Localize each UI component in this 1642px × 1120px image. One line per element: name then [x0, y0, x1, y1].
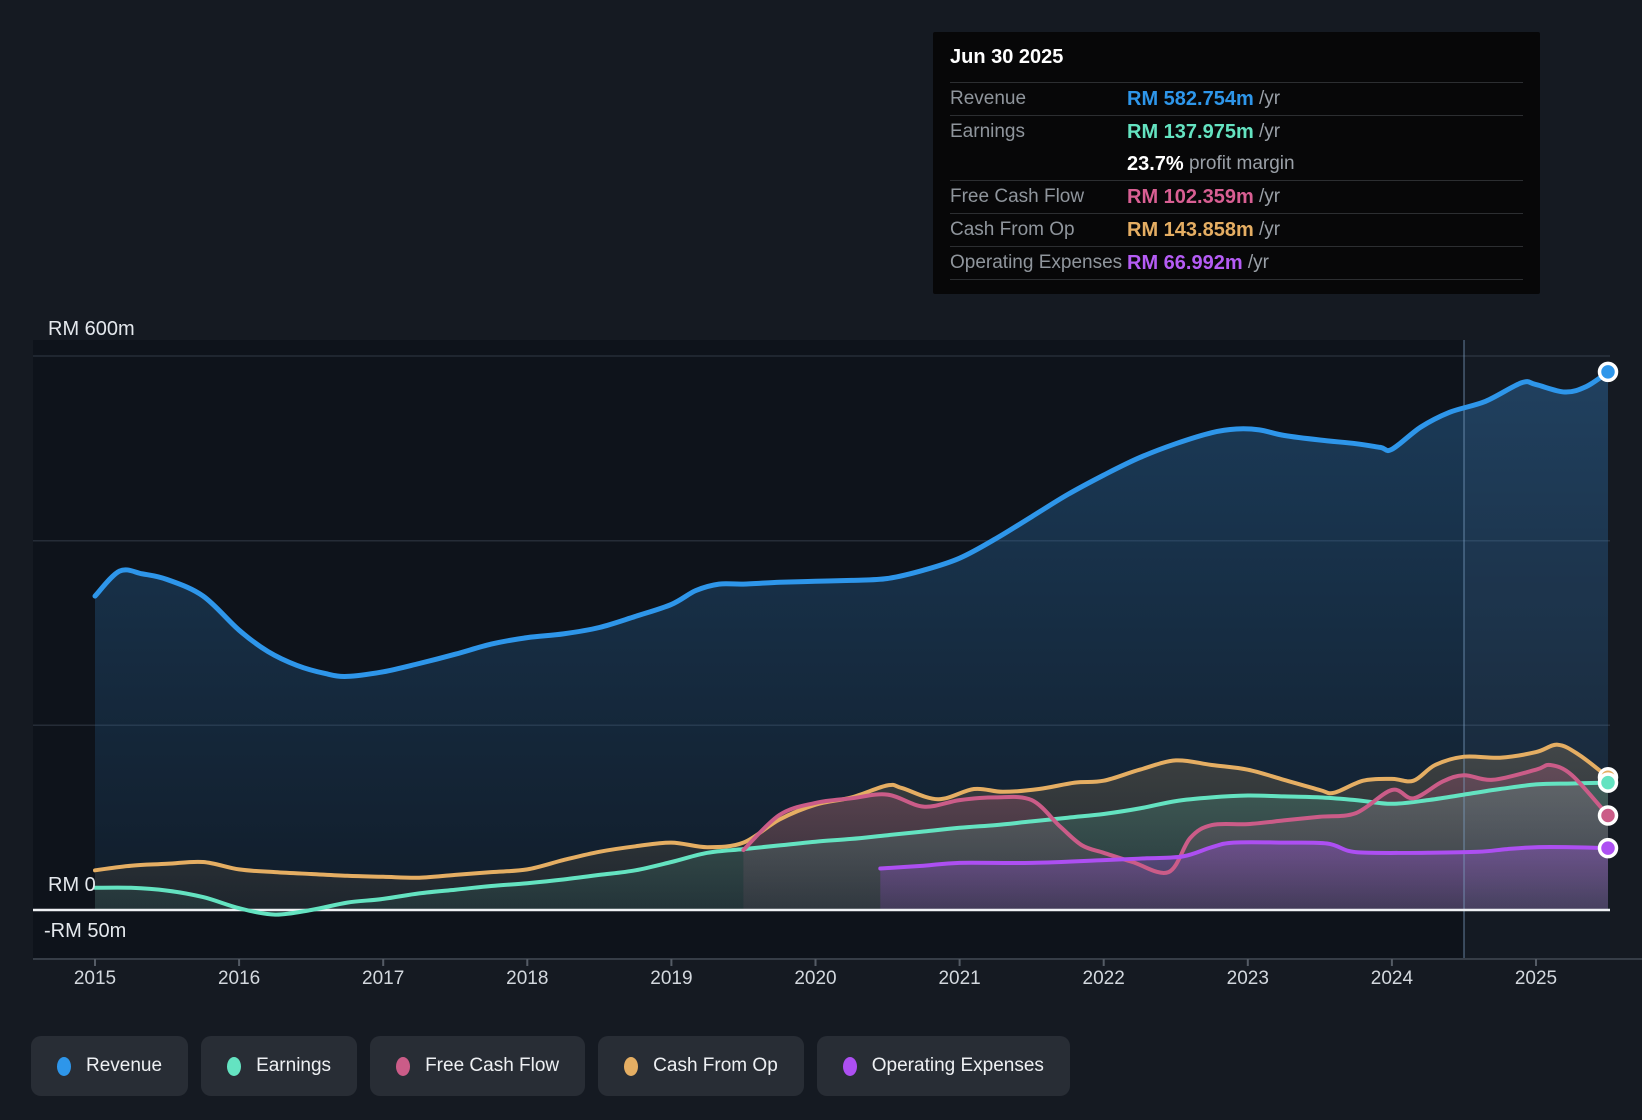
tooltip-row-value: RM 137.975m: [1127, 120, 1254, 143]
x-axis-year-label-2018: 2018: [506, 968, 549, 989]
tooltip-row-suffix: /yr: [1253, 88, 1281, 109]
tooltip-row-label: Free Cash Flow: [950, 186, 1085, 207]
x-axis-year-label-2025: 2025: [1514, 968, 1558, 989]
tooltip-row-suffix: /yr: [1253, 186, 1281, 207]
legend-label: Earnings: [256, 1055, 332, 1076]
tooltip-row-label: Earnings: [950, 121, 1025, 142]
tooltip-row-earnings: Earnings RM 137.975m /yr: [950, 115, 1523, 148]
y-axis-label-neg50m: -RM 50m: [44, 920, 127, 942]
y-axis-label-600m: RM 600m: [48, 318, 135, 340]
tooltip-rows: Revenue RM 582.754m /yr Earnings RM 137.975…: [933, 82, 1540, 280]
legend-label: Free Cash Flow: [425, 1055, 560, 1076]
x-axis-year-label-2022: 2022: [1082, 968, 1125, 989]
tooltip-row-value: 23.7%: [1127, 152, 1184, 175]
tooltip-row-suffix: profit margin: [1183, 153, 1295, 174]
tooltip-row-free-cash-flow: Free Cash Flow RM 102.359m /yr: [950, 180, 1523, 213]
legend-label: Operating Expenses: [871, 1055, 1044, 1076]
legend-pill-cash-from-op[interactable]: Cash From Op: [598, 1036, 804, 1096]
x-axis-year-label-2023: 2023: [1226, 968, 1269, 989]
free-cash-flow-dot-icon: [396, 1056, 411, 1076]
x-axis-year-label-2017: 2017: [362, 968, 405, 989]
future-highlight-band: [1464, 340, 1610, 959]
legend-pill-revenue[interactable]: Revenue: [31, 1036, 189, 1096]
earnings-end-marker: [1597, 772, 1619, 793]
revenue-end-marker: [1597, 361, 1619, 383]
tooltip-row-suffix: /yr: [1253, 219, 1281, 240]
cash-from-op-dot-icon: [624, 1056, 639, 1076]
tooltip-row-label: Operating Expenses: [950, 252, 1123, 273]
operating-expenses-dot-icon: [842, 1056, 857, 1076]
tooltip-row-label: Cash From Op: [950, 219, 1075, 240]
tooltip-row-label: Revenue: [950, 88, 1027, 109]
y-axis-label-zero: RM 0: [48, 874, 96, 896]
legend-pill-operating-expenses[interactable]: Operating Expenses: [816, 1036, 1070, 1096]
legend-pill-earnings[interactable]: Earnings: [201, 1036, 358, 1096]
x-axis-year-label-2024: 2024: [1370, 968, 1414, 989]
tooltip-row-operating-expenses: Operating Expenses RM 66.992m /yr: [950, 246, 1523, 280]
chart-tooltip: Jun 30 2025 Revenue RM 582.754m /yr Earnin…: [933, 32, 1540, 294]
tooltip-row-revenue: Revenue RM 582.754m /yr: [950, 82, 1523, 115]
legend-label: Revenue: [86, 1055, 163, 1076]
free-cash-flow-end-marker: [1597, 805, 1619, 826]
x-axis-year-label-2019: 2019: [650, 968, 693, 989]
operating-expenses-end-marker: [1597, 837, 1619, 859]
earnings-dot-icon: [227, 1056, 242, 1076]
tooltip-row-value: RM 582.754m: [1127, 87, 1254, 110]
chart-legend: Revenue Earnings Free Cash Flow Cash From O…: [31, 1036, 1070, 1096]
page: RM 600m RM 0 -RM 50m 2015 2016 2017 2018 201…: [0, 0, 1642, 1120]
tooltip-row-value: RM 102.359m: [1127, 185, 1254, 208]
tooltip-date: Jun 30 2025: [950, 46, 1064, 68]
revenue-dot-icon: [57, 1056, 71, 1076]
tooltip-row-value: RM 66.992m: [1127, 251, 1243, 274]
x-axis-year-label-2021: 2021: [938, 968, 981, 989]
tooltip-row-value: RM 143.858m: [1127, 218, 1254, 241]
x-axis-year-label-2020: 2020: [794, 968, 837, 989]
tooltip-row-suffix: /yr: [1253, 121, 1281, 142]
legend-pill-free-cash-flow[interactable]: Free Cash Flow: [370, 1036, 586, 1096]
tooltip-row-cash-from-op: Cash From Op RM 143.858m /yr: [950, 213, 1523, 246]
x-axis-year-label-2015: 2015: [73, 968, 117, 989]
tooltip-row-suffix: /yr: [1242, 252, 1270, 273]
x-axis-year-label-2016: 2016: [217, 968, 261, 989]
legend-label: Cash From Op: [653, 1055, 778, 1076]
tooltip-row-profit-margin: 23.7% profit margin: [950, 148, 1523, 180]
